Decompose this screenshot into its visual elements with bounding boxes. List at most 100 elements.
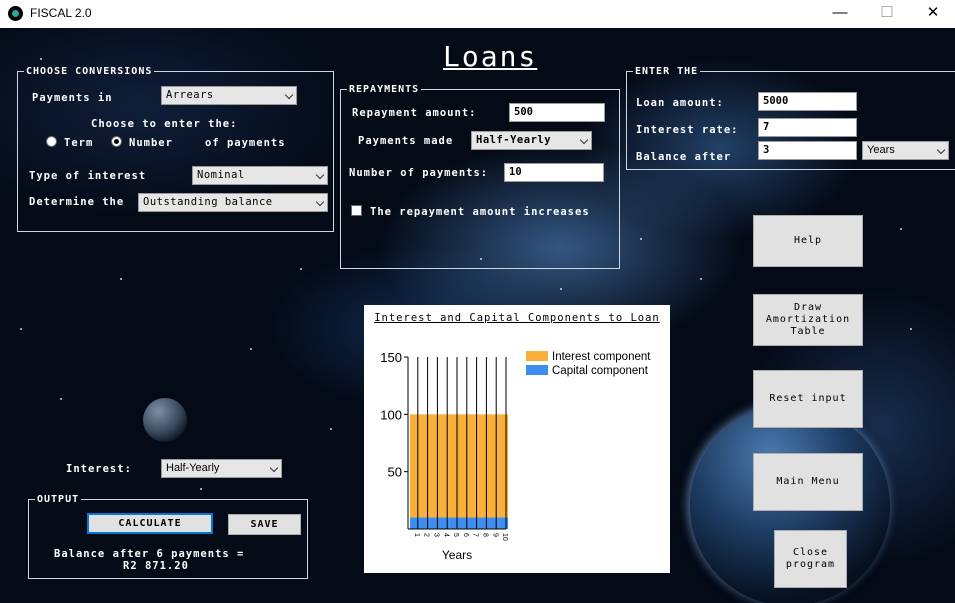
x-tick-label: 1 [413,533,420,537]
app-icon [8,6,23,21]
bar-capital-component-6 [459,517,469,529]
payments-in-dropdown[interactable]: Arrears [161,86,297,105]
payments-made-value: Half-Yearly [476,134,552,146]
close-window-button[interactable]: ✕ [910,0,955,28]
interest-rate-input[interactable]: 7 [758,118,857,137]
balance-unit-value: Years [867,144,895,156]
payments-made-dropdown[interactable]: Half-Yearly [471,131,592,150]
bar-capital-component-8 [478,517,489,529]
loan-amount-input[interactable]: 5000 [758,92,857,111]
bar-interest-component-8 [478,414,489,518]
determine-value: Outstanding balance [143,196,273,208]
radio-term-label: Term [64,137,94,149]
bar-capital-component-9 [488,517,499,529]
chevron-down-icon [269,463,279,473]
radio-term[interactable] [46,136,57,147]
repayment-amount-input[interactable]: 500 [509,103,605,122]
chevron-down-icon [315,170,325,180]
draw-amortization-table-button[interactable]: Draw Amortization Table [753,294,863,346]
x-tick-label: 8 [482,533,489,537]
legend-label: Capital component [552,365,649,377]
y-tick-label: 100 [380,407,402,422]
number-of-payments-label: Number of payments: [349,167,489,179]
repayment-increases-checkbox[interactable] [351,205,362,216]
y-tick-label: 150 [380,350,402,365]
legend-label: Interest component [552,351,651,363]
x-tick-label: 2 [423,533,430,537]
page-title: Loans [443,40,538,73]
bar-capital-component-5 [449,517,460,529]
choose-conversions-legend: CHOOSE CONVERSIONS [26,66,153,77]
bar-interest-component-5 [449,414,460,518]
bar-interest-component-7 [468,414,479,518]
y-tick-label: 50 [388,465,402,480]
determine-dropdown[interactable]: Outstanding balance [138,193,328,212]
x-tick-label: 4 [442,533,449,537]
close-program-button[interactable]: Close program [774,530,847,588]
choose-to-enter-label: Choose to enter the: [91,118,238,130]
bar-capital-component-4 [439,517,450,529]
chart-plot: 50 100 150 1 2 3 4 5 6 7 8 9 10 Years Interest compone… [380,350,651,562]
chevron-down-icon [315,197,325,207]
bar-interest-component-6 [459,414,469,518]
x-tick-label: 5 [452,533,459,537]
type-of-interest-dropdown[interactable]: Nominal [192,166,328,185]
chevron-down-icon [936,145,946,155]
enter-the-legend: ENTER THE [635,66,699,77]
x-tick-label: 7 [472,533,479,537]
maximize-button[interactable]: ☐ [864,0,910,28]
main-menu-button[interactable]: Main Menu [753,453,863,511]
interest-value: Half-Yearly [166,462,220,474]
result-line-2: R2 871.20 [123,560,189,572]
type-of-interest-value: Nominal [197,169,245,181]
bar-capital-component-2 [419,517,430,529]
x-axis-label: Years [442,548,472,562]
repayments-legend: REPAYMENTS [349,84,420,95]
chevron-down-icon [284,90,294,100]
number-of-payments-input[interactable]: 10 [504,163,604,182]
legend-swatch [526,365,548,375]
x-tick-label: 9 [491,533,498,537]
bar-capital-component-3 [429,517,440,529]
bar-capital-component-10 [498,517,509,529]
save-button[interactable]: SAVE [228,514,301,535]
minimize-button[interactable]: — [817,0,863,28]
bar-interest-component-1 [410,414,420,518]
title-bar: FISCAL 2.0 — ☐ ✕ [0,0,955,28]
payments-made-label: Payments made [358,135,454,147]
moon-image [143,398,187,442]
loan-amount-label: Loan amount: [636,97,724,109]
help-button[interactable]: Help [753,215,863,267]
reset-input-button[interactable]: Reset input [753,370,863,428]
bar-interest-component-2 [419,414,430,518]
repayment-amount-label: Repayment amount: [352,107,477,119]
result-line-1: Balance after 6 payments = [54,548,245,560]
interest-label: Interest: [66,463,132,475]
balance-after-label: Balance after [636,151,732,163]
type-of-interest-label: Type of interest [29,170,147,182]
payments-in-label: Payments in [32,92,113,104]
of-payments-label: of payments [205,137,286,149]
loan-components-chart: Interest and Capital Components to Loan … [364,305,670,573]
bar-interest-component-9 [488,414,499,518]
interest-rate-label: Interest rate: [636,124,739,136]
bar-interest-component-3 [429,414,440,518]
determine-label: Determine the [29,196,125,208]
balance-unit-dropdown[interactable]: Years [862,141,949,160]
x-tick-label: 3 [433,533,440,537]
chevron-down-icon [579,135,589,145]
balance-after-input[interactable]: 3 [758,141,857,160]
output-legend: OUTPUT [37,494,80,505]
bar-interest-component-4 [439,414,450,518]
radio-number-label: Number [129,137,173,149]
window-title: FISCAL 2.0 [30,6,92,20]
radio-number[interactable] [111,136,122,147]
x-tick-label: 10 [501,533,508,541]
calculate-button[interactable]: CALCULATE [87,513,213,534]
payments-in-value: Arrears [166,89,214,101]
x-tick-label: 6 [462,533,469,537]
legend-swatch [526,351,548,361]
interest-dropdown[interactable]: Half-Yearly [161,459,282,478]
repayment-increases-label: The repayment amount increases [370,206,590,218]
bar-capital-component-7 [468,517,479,529]
